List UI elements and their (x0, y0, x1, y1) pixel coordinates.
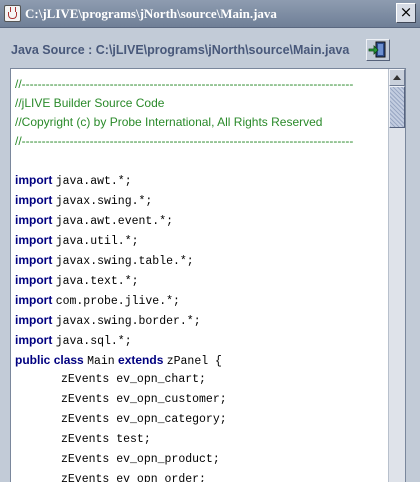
import-line: import javax.swing.table.*; (15, 253, 194, 268)
import-line: import java.sql.*; (15, 333, 132, 348)
comment-line: //--------------------------------------… (15, 77, 354, 91)
scroll-up-button[interactable] (389, 69, 405, 86)
close-icon: × (399, 3, 413, 21)
import-line: import java.awt.*; (15, 173, 132, 188)
comment-line: //Copyright (c) by Probe International, … (15, 115, 323, 129)
import-line: import java.util.*; (15, 233, 139, 248)
field-line: zEvents test; (61, 433, 151, 446)
field-line: zEvents ev_opn_customer; (61, 393, 227, 406)
import-line: import javax.swing.*; (15, 193, 153, 208)
exit-button[interactable] (366, 39, 390, 61)
source-path-label: Java Source : C:\jLIVE\programs\jNorth\s… (11, 43, 350, 57)
import-line: import com.probe.jlive.*; (15, 293, 180, 308)
import-line: import java.awt.event.*; (15, 213, 174, 228)
comment-line: //--------------------------------------… (15, 134, 354, 148)
code-view[interactable]: //--------------------------------------… (11, 69, 388, 482)
field-line: zEvents ev_opn_category; (61, 413, 227, 426)
source-code-panel: //--------------------------------------… (10, 68, 406, 482)
field-line: zEvents ev_opn_chart; (61, 373, 206, 386)
scroll-thumb[interactable] (389, 86, 405, 128)
field-line: zEvents ev_opn_order; (61, 473, 206, 482)
window-title: C:\jLIVE\programs\jNorth\source\Main.jav… (25, 6, 277, 21)
import-line: import javax.swing.border.*; (15, 313, 201, 328)
comment-line: //jLIVE Builder Source Code (15, 96, 165, 110)
vertical-scrollbar[interactable] (388, 69, 405, 482)
class-declaration: public class Main extends zPanel { (15, 353, 222, 368)
java-cup-icon[interactable] (4, 5, 21, 22)
exit-door-icon (368, 41, 386, 58)
title-bar[interactable]: C:\jLIVE\programs\jNorth\source\Main.jav… (0, 0, 420, 28)
close-button[interactable]: × (396, 3, 416, 23)
import-line: import java.text.*; (15, 273, 139, 288)
field-line: zEvents ev_opn_product; (61, 453, 220, 466)
